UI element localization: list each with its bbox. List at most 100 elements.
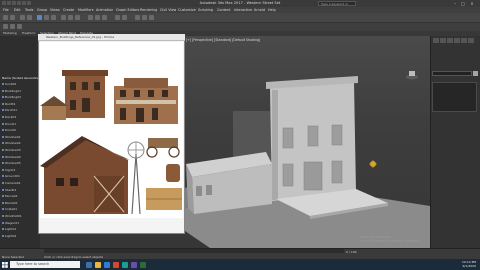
visibility-icon[interactable] [2,215,4,217]
list-item[interactable]: Fence01 [2,194,38,198]
select-by-name-icon[interactable] [44,15,49,20]
visibility-icon[interactable] [2,135,4,138]
hierarchy-tab-icon[interactable] [447,38,453,43]
link-icon[interactable] [20,15,25,20]
visibility-icon[interactable] [2,162,4,165]
mirror-icon[interactable] [115,15,120,20]
visibility-icon[interactable] [2,122,4,125]
close-icon[interactable]: × [469,1,475,6]
taskbar-search-input[interactable]: Type here to search [10,261,80,268]
search-input[interactable]: Type a keyword or phrase [318,1,356,10]
render-icon[interactable] [149,15,154,20]
list-item[interactable]: Deck01 [2,115,38,119]
list-item[interactable]: Camera01 [2,181,38,185]
list-item[interactable]: Shed01 [2,188,38,192]
display-tab-icon[interactable] [461,38,467,43]
save-icon[interactable] [17,1,21,5]
app-menu-icon[interactable] [2,1,6,5]
align-icon[interactable] [122,15,127,20]
list-item[interactable]: Barrel01 [2,201,38,205]
list-item[interactable]: Window04 [2,155,38,159]
visibility-icon[interactable] [2,221,4,224]
material-editor-icon[interactable] [135,15,140,20]
list-item[interactable]: Window05 [2,161,38,165]
redo-icon[interactable] [27,1,31,5]
list-item[interactable]: Porch01 [2,108,38,112]
angle-snap-icon[interactable] [95,15,100,20]
frame-counter[interactable]: 0 / 100 [346,250,357,254]
list-item[interactable]: Door01 [2,122,38,126]
visibility-icon[interactable] [2,234,4,237]
visibility-icon[interactable] [2,129,4,132]
new-icon[interactable] [7,1,11,5]
visibility-icon[interactable] [2,188,4,191]
visibility-icon[interactable] [2,102,4,105]
unlink-icon[interactable] [27,15,32,20]
excel-icon[interactable] [140,262,146,268]
photos-icon[interactable] [131,262,137,268]
undo-icon[interactable] [22,1,26,5]
object-color-swatch[interactable] [473,71,478,76]
scene-explorer-icon[interactable] [10,24,15,29]
visibility-icon[interactable] [2,201,4,204]
create-tab-icon[interactable] [433,38,439,43]
edge-icon[interactable] [104,262,110,268]
visibility-icon[interactable] [2,116,4,118]
list-item[interactable]: Sun001 [2,82,38,86]
visibility-icon[interactable] [2,96,4,99]
visibility-icon[interactable] [2,142,4,145]
task-view-icon[interactable] [86,262,92,268]
rectangle-selection-icon[interactable] [51,15,56,20]
modifier-stack[interactable] [432,82,477,112]
visibility-icon[interactable] [2,149,4,151]
list-item[interactable]: Light01 [2,227,38,231]
quick-access-toolbar[interactable] [2,1,62,6]
move-icon[interactable] [61,15,66,20]
maximize-icon[interactable]: □ [460,1,466,6]
visibility-icon[interactable] [2,168,4,171]
minimize-icon[interactable]: – [452,1,458,6]
visibility-icon[interactable] [2,109,4,112]
visibility-icon[interactable] [2,182,4,184]
percent-snap-icon[interactable] [102,15,107,20]
list-item[interactable]: Door02 [2,128,38,132]
viewcube[interactable] [406,70,418,81]
chrome-icon[interactable] [113,262,119,268]
redo-tool-icon[interactable] [10,15,15,20]
list-item[interactable]: Wagon01 [2,221,38,225]
layer-icon[interactable] [17,24,22,29]
list-item[interactable]: Light02 [2,234,38,238]
visibility-icon[interactable] [2,228,4,231]
viewport-label[interactable]: [+] [Perspective] [Standard] [Default Sh… [186,38,260,42]
list-item[interactable]: Ground01 [2,174,38,178]
list-item[interactable]: Building02 [2,95,38,99]
utilities-tab-icon[interactable] [468,38,474,43]
rotate-icon[interactable] [68,15,73,20]
snap-icon[interactable] [88,15,93,20]
visibility-icon[interactable] [2,83,4,85]
scene-explorer-header[interactable]: Name (Sorted Ascending) [2,76,38,80]
list-item[interactable]: Sign01 [2,168,38,172]
windows-start-icon[interactable] [2,262,8,268]
modify-tab-icon[interactable] [440,38,446,43]
render-setup-icon[interactable] [142,15,147,20]
visibility-icon[interactable] [2,195,4,198]
timeline-slider[interactable] [44,249,344,253]
object-name-field[interactable] [432,71,472,76]
list-item[interactable]: Windmill01 [2,214,38,218]
scale-icon[interactable] [75,15,80,20]
file-explorer-icon[interactable] [95,262,101,268]
taskbar-clock[interactable]: 10:14 PM 9/1/2020 [446,260,476,268]
select-object-icon[interactable] [37,15,42,20]
visibility-icon[interactable] [2,208,4,211]
list-item[interactable]: Crate01 [2,207,38,211]
image-viewer-titlebar[interactable]: Western_Buildings_Reference_01.jpg - Pho… [38,34,185,41]
list-item[interactable]: Window03 [2,148,38,152]
visibility-icon[interactable] [2,175,4,178]
list-item[interactable]: Window01 [2,135,38,139]
motion-tab-icon[interactable] [454,38,460,43]
undo-tool-icon[interactable] [3,15,8,20]
ribbon-toggle-icon[interactable] [3,24,8,29]
list-item[interactable]: Roof01 [2,102,38,106]
visibility-icon[interactable] [2,155,4,158]
